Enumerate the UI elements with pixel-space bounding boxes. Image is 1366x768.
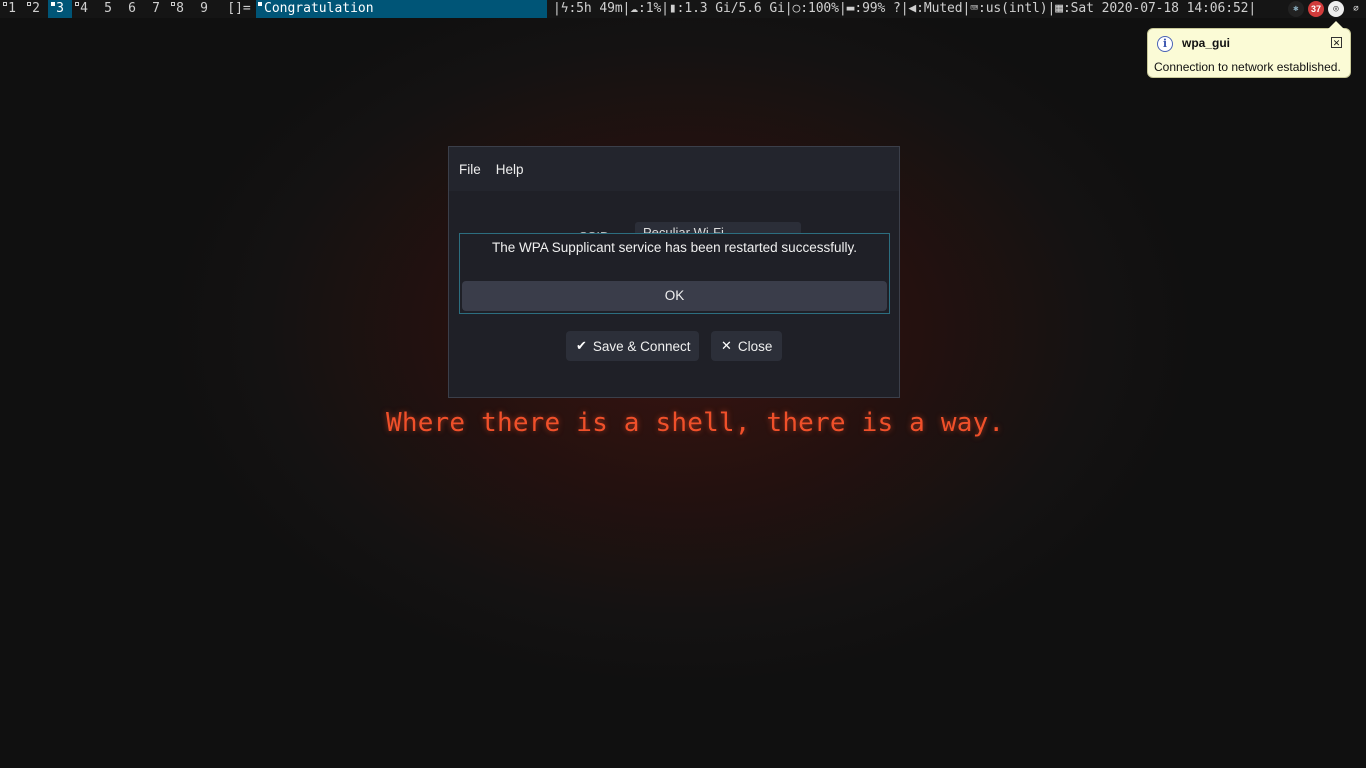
tag-label: 9 <box>200 1 208 16</box>
occupied-indicator <box>27 2 31 6</box>
tag-label: 7 <box>152 1 160 16</box>
notification-title: wpa_gui <box>1182 36 1231 50</box>
tag-9[interactable]: 9 <box>192 0 216 18</box>
tag-label: 3 <box>56 1 64 16</box>
tag-1[interactable]: 1 <box>0 0 24 18</box>
tag-label: 1 <box>8 1 16 16</box>
ok-button[interactable]: OK <box>462 281 887 311</box>
notification-popup[interactable]: i wpa_gui ✕ Connection to network establ… <box>1147 21 1351 78</box>
tag-8[interactable]: 8 <box>168 0 192 18</box>
tag-3[interactable]: 3 <box>48 0 72 18</box>
bluetooth-icon[interactable]: ✱ <box>1288 1 1304 17</box>
tag-5[interactable]: 5 <box>96 0 120 18</box>
close-button[interactable]: ✕ Close <box>711 331 782 361</box>
notification-message: Connection to network established. <box>1154 60 1341 74</box>
checkmark-icon: ✔ <box>576 338 587 353</box>
focused-window-title: Congratulation <box>256 0 547 18</box>
tag-7[interactable]: 7 <box>144 0 168 18</box>
save-connect-label: Save & Connect <box>592 338 691 354</box>
system-tray: ✱ 37 ◎ ⌀ <box>1288 1 1364 17</box>
tag-6[interactable]: 6 <box>120 0 144 18</box>
occupied-indicator <box>3 2 7 6</box>
occupied-indicator <box>51 2 55 6</box>
menu-file[interactable]: File <box>459 162 481 177</box>
top-status-bar: 1 2 3 4 5 6 7 8 9 []= Congratulation |ϟ:… <box>0 0 1366 18</box>
notification-count-badge[interactable]: 37 <box>1308 1 1324 17</box>
dialog-message: The WPA Supplicant service has been rest… <box>492 240 857 255</box>
window-title-text: Congratulation <box>264 1 374 16</box>
wpa-gui-window: File Help SSID Peculiar Wi-Fi The WPA Su… <box>448 146 900 398</box>
paperclip-icon[interactable]: ⌀ <box>1348 1 1364 17</box>
floating-indicator <box>258 2 262 6</box>
tag-2[interactable]: 2 <box>24 0 48 18</box>
menu-help[interactable]: Help <box>496 162 524 177</box>
close-icon: ✕ <box>721 338 732 353</box>
wallpaper-slogan: Where there is a shell, there is a way. <box>386 408 1005 438</box>
layout-indicator[interactable]: []= <box>222 0 256 18</box>
close-icon[interactable]: ✕ <box>1331 37 1342 48</box>
close-label: Close <box>737 338 773 354</box>
tag-label: 6 <box>128 1 136 16</box>
menu-bar: File Help <box>449 147 899 191</box>
tag-label: 2 <box>32 1 40 16</box>
wifi-icon[interactable]: ◎ <box>1328 1 1344 17</box>
message-dialog: The WPA Supplicant service has been rest… <box>459 233 890 314</box>
workspace-tags: 1 2 3 4 5 6 7 8 9 <box>0 0 216 18</box>
tag-label: 4 <box>80 1 88 16</box>
status-text: |ϟ:5h 49m|☁:1%|▮:1.3 Gi/5.6 Gi|○:100%|▬:… <box>553 1 1257 16</box>
occupied-indicator <box>171 2 175 6</box>
info-icon: i <box>1157 36 1173 52</box>
tag-4[interactable]: 4 <box>72 0 96 18</box>
save-connect-button[interactable]: ✔ Save & Connect <box>566 331 699 361</box>
tag-label: 8 <box>176 1 184 16</box>
tag-label: 5 <box>104 1 112 16</box>
occupied-indicator <box>75 2 79 6</box>
